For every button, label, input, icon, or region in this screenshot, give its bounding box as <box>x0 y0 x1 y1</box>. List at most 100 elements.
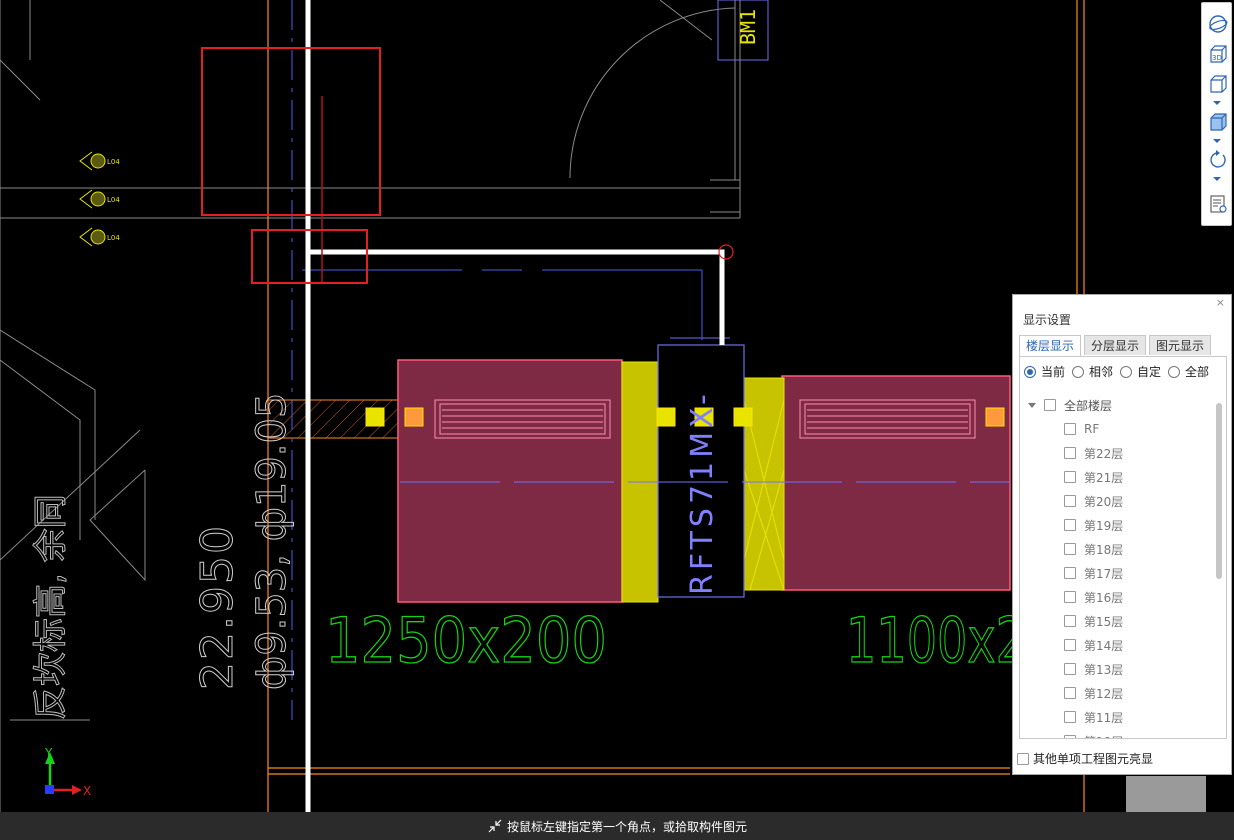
duct-size-right: 1100x2 <box>846 604 1026 677</box>
radio-dot <box>1120 365 1133 378</box>
highlight-option-label: 其他单项工程图元亮显 <box>1033 752 1154 766</box>
floor-item[interactable]: 第16层 <box>1028 585 1208 609</box>
floor-label: 第11层 <box>1084 710 1124 725</box>
tree-root-label: 全部楼层 <box>1064 398 1113 413</box>
box-view-dropdown-icon[interactable] <box>1213 101 1221 105</box>
floor-checkbox[interactable] <box>1064 687 1076 699</box>
floor-checkbox[interactable] <box>1064 567 1076 579</box>
floor-label: 第12层 <box>1084 686 1124 701</box>
floor-item[interactable]: 第17层 <box>1028 561 1208 585</box>
floor-checkbox[interactable] <box>1064 543 1076 555</box>
solid-view-dropdown-icon[interactable] <box>1213 139 1221 143</box>
floor-checkbox[interactable] <box>1064 519 1076 531</box>
floor-checkbox[interactable] <box>1064 615 1076 627</box>
floor-checkbox[interactable] <box>1064 447 1076 459</box>
floor-item[interactable]: 第12层 <box>1028 681 1208 705</box>
floor-label: 第13层 <box>1084 662 1124 677</box>
box-view-icon <box>1209 75 1227 93</box>
radio-current[interactable]: 当前 <box>1024 363 1065 380</box>
floor-checkbox[interactable] <box>1064 711 1076 723</box>
view-3d-button[interactable]: 3D <box>1206 43 1229 65</box>
floor-list-scrollbar[interactable] <box>1216 403 1222 579</box>
tab-floor-display[interactable]: 楼层显示 <box>1019 335 1082 356</box>
unit-model-label: RFTS71MX- <box>685 390 720 595</box>
box-view-button[interactable] <box>1206 73 1229 95</box>
floor-list: RF 第22层第21层第20层第19层第18层第17层 第16层第15层第14层第1… <box>1028 417 1208 738</box>
orbit-icon <box>1208 15 1227 33</box>
floor-item[interactable]: 第19层 <box>1028 513 1208 537</box>
floor-item[interactable]: 第11层 <box>1028 705 1208 729</box>
marker-label-2: L04 <box>107 196 120 204</box>
panel-title: 显示设置 <box>1023 313 1072 327</box>
display-settings-panel: × 显示设置 楼层显示 分层显示 图元显示 当前 相邻 自定 全部 全部楼层 R… <box>1012 294 1232 775</box>
floor-checkbox[interactable] <box>1064 471 1076 483</box>
panel-close-button[interactable]: × <box>1216 296 1225 309</box>
panel-tabs: 楼层显示 分层显示 图元显示 <box>1019 335 1214 356</box>
rotate-button[interactable] <box>1206 149 1229 171</box>
radio-all[interactable]: 全部 <box>1168 363 1209 380</box>
rotate-dropdown-icon[interactable] <box>1213 177 1221 181</box>
floor-label: 第14层 <box>1084 638 1124 653</box>
floor-checkbox[interactable] <box>1064 663 1076 675</box>
marker-label-1: L04 <box>107 158 120 166</box>
collapse-caret-icon[interactable] <box>1028 402 1036 408</box>
solid-box-icon <box>1209 113 1227 131</box>
radio-label: 全部 <box>1185 365 1210 379</box>
rotate-icon <box>1209 150 1226 168</box>
floor-label: 第20层 <box>1084 494 1124 509</box>
highlight-other-projects-checkbox[interactable] <box>1017 752 1029 765</box>
floor-label: 第19层 <box>1084 518 1124 533</box>
axis-y-label: Y <box>44 746 53 760</box>
duct-right[interactable] <box>781 375 1011 591</box>
solid-view-button[interactable] <box>1206 111 1229 133</box>
highlight-option[interactable]: 其他单项工程图元亮显 <box>1017 750 1153 767</box>
display-list-icon <box>1209 195 1227 213</box>
tree-root-all-floors[interactable]: 全部楼层 <box>1028 393 1208 417</box>
selection-box-1 <box>201 47 381 216</box>
axis-x-label: X <box>83 784 91 798</box>
svg-text:3D: 3D <box>1212 54 1222 62</box>
floor-label: 第18层 <box>1084 542 1124 557</box>
duct-size-left: 1250x200 <box>325 604 607 677</box>
elevation-markers <box>79 151 106 247</box>
floor-item[interactable]: 第18层 <box>1028 537 1208 561</box>
floor-checkbox[interactable] <box>1064 639 1076 651</box>
view-toolbar: 3D <box>1201 2 1232 226</box>
tab-layer-display[interactable]: 分层显示 <box>1084 335 1147 355</box>
floor-item[interactable]: 第20层 <box>1028 489 1208 513</box>
floor-checkbox[interactable] <box>1064 495 1076 507</box>
floor-scope-radios: 当前 相邻 自定 全部 <box>1024 363 1216 380</box>
display-settings-button[interactable] <box>1206 193 1229 215</box>
pipe-size-text: ф9.53, ф19.05 <box>249 393 295 690</box>
tab-element-display[interactable]: 图元显示 <box>1149 335 1212 355</box>
floor-item[interactable]: 第22层 <box>1028 441 1208 465</box>
floor-label: 第15层 <box>1084 614 1124 629</box>
floor-item[interactable]: 第21层 <box>1028 465 1208 489</box>
radio-label: 自定 <box>1137 365 1162 379</box>
radio-label: 相邻 <box>1089 365 1114 379</box>
floor-item[interactable]: RF <box>1028 417 1208 441</box>
radio-label: 当前 <box>1041 365 1066 379</box>
floor-item[interactable]: 第13层 <box>1028 657 1208 681</box>
floor-checkbox[interactable] <box>1064 591 1076 603</box>
radio-adjacent[interactable]: 相邻 <box>1072 363 1113 380</box>
status-hint: 按鼠标左键指定第一个角点，或拾取构件图元 <box>506 819 747 834</box>
grey-block <box>1126 776 1206 812</box>
radio-custom[interactable]: 自定 <box>1120 363 1161 380</box>
duct-left[interactable] <box>397 359 623 603</box>
floor-checkbox[interactable] <box>1064 423 1076 435</box>
floor-item[interactable]: 第10层 <box>1028 729 1208 738</box>
all-floors-checkbox[interactable] <box>1044 399 1056 411</box>
note-text: 反坎标高, 余同 <box>31 494 71 720</box>
marker-label-3: L04 <box>107 234 120 242</box>
view-3d-icon: 3D <box>1209 45 1227 63</box>
floor-item[interactable]: 第15层 <box>1028 609 1208 633</box>
orbit-button[interactable] <box>1206 13 1229 35</box>
radio-dot <box>1024 365 1036 378</box>
radio-dot <box>1168 365 1181 378</box>
floor-tree: 全部楼层 RF 第22层第21层第20层第19层第18层第17层 第16层第15层第… <box>1028 393 1208 738</box>
floor-checkbox[interactable] <box>1064 735 1076 738</box>
shrink-arrows-icon <box>488 819 502 833</box>
floor-label: 第22层 <box>1084 446 1124 461</box>
floor-item[interactable]: 第14层 <box>1028 633 1208 657</box>
